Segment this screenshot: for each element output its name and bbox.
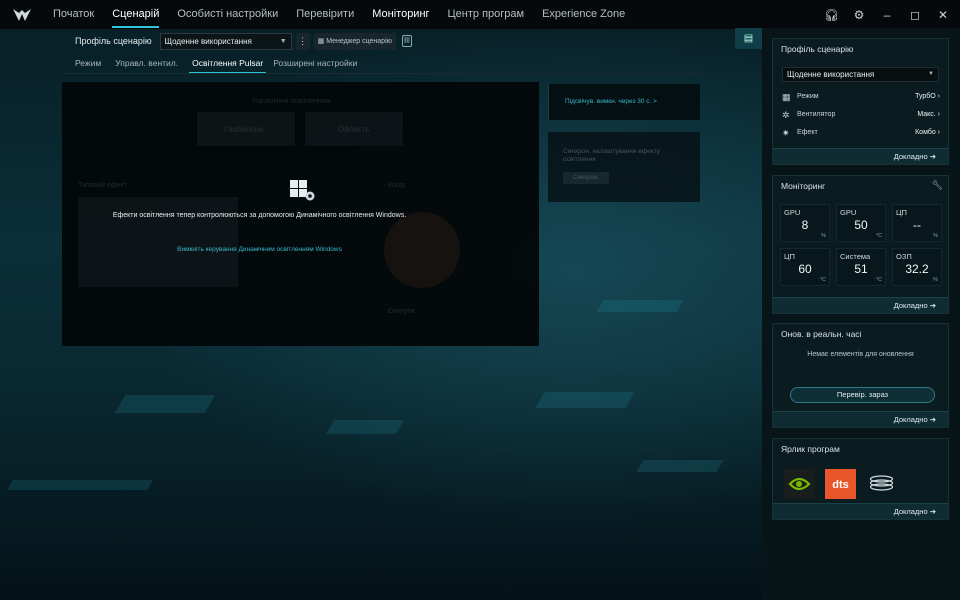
profile-card: Профіль сценарію Щоденне використання ▼ …	[772, 38, 949, 165]
monitor-tile-cpu-load: ЦП -- %	[892, 204, 942, 242]
link-icon[interactable]: ⛓	[401, 35, 412, 47]
tab-advanced-settings[interactable]: Розширені настройки	[268, 55, 362, 72]
apps-card-footer: Докладно ➔	[773, 503, 948, 519]
profile-row-label: Режим	[797, 93, 819, 100]
restore-icon[interactable]: ◻︎	[908, 8, 922, 22]
close-icon[interactable]: ✕	[936, 8, 950, 22]
gear-icon[interactable]: ⚙︎	[852, 8, 866, 22]
nav-scenario[interactable]: Сценарій	[103, 0, 168, 29]
windows-settings-icon	[290, 180, 315, 201]
monitor-tile-ram: ОЗП 32.2 %	[892, 248, 942, 286]
monitor-tile-cpu-temp: ЦП 60 °C	[780, 248, 830, 286]
profile-select-value: Щоденне використання	[164, 36, 252, 46]
top-nav: Початок Сценарій Особисті настройки Пере…	[0, 0, 960, 29]
nav-app-center[interactable]: Центр програм	[439, 0, 534, 29]
realtime-update-card: Онов. в реальн. часі Немає елементів для…	[772, 323, 949, 428]
nav-home[interactable]: Початок	[44, 0, 103, 29]
ghost-tab-area: Область	[305, 112, 403, 146]
profile-card-select-value: Щоденне використання	[787, 70, 875, 79]
ghost-color-label: Колір	[388, 182, 406, 189]
update-card-title: Онов. в реальн. часі	[781, 329, 862, 339]
window-controls: 🎧︎ ⚙︎ – ◻︎ ✕	[824, 0, 950, 29]
profile-card-select[interactable]: Щоденне використання ▼	[782, 67, 939, 82]
tab-mode[interactable]: Режим	[70, 55, 106, 72]
profile-card-title: Профіль сценарію	[781, 44, 854, 54]
coil-icon[interactable]	[866, 469, 897, 499]
profile-select[interactable]: Щоденне використання ▼	[159, 32, 292, 50]
app-shortcuts-card: Ярлик програм dts Докладно ➔	[772, 438, 949, 520]
dts-icon[interactable]: dts	[825, 469, 856, 499]
update-more-link[interactable]: Докладно ➔	[894, 415, 936, 424]
wrench-icon[interactable]: 🔧︎	[932, 180, 943, 191]
sync-lighting-text: Синхрон. налаштування ефекту освітлення	[563, 148, 661, 163]
ghost-effect-list	[78, 197, 238, 287]
manager-icon: ▦	[317, 37, 327, 45]
nav-experience-zone[interactable]: Experience Zone	[533, 0, 634, 29]
disable-dynamic-lighting-link[interactable]: Вимкніть керування Динамічним освітлення…	[62, 246, 457, 253]
monitoring-card-title: Моніторинг	[781, 181, 826, 191]
fan-icon: ✲	[782, 110, 790, 120]
monitor-tile-gpu-load: GPU 8 %	[780, 204, 830, 242]
ghost-title: Управління освітленням	[252, 98, 331, 105]
chevron-down-icon: ▼	[279, 37, 287, 45]
apps-more-link[interactable]: Докладно ➔	[894, 507, 936, 516]
profile-row-value: Макс. ›	[917, 111, 940, 118]
monitoring-more-link[interactable]: Докладно ➔	[894, 301, 936, 310]
profile-row-value: Комбо ›	[915, 129, 940, 136]
more-options-button[interactable]: ⋮	[295, 32, 310, 50]
profile-toolbar: Профіль сценарію Щоденне використання ▼ …	[75, 32, 412, 50]
dynamic-lighting-message: Ефекти освітлення тепер контролюються за…	[112, 212, 407, 219]
scenario-manager-label: Менеджер сценарію	[326, 37, 392, 45]
sub-tabs: Режим Управл. вентил. Освітлення Pulsar …	[70, 55, 362, 74]
monitoring-card: Моніторинг 🔧︎ GPU 8 % GPU 50 °C ЦП -- % …	[772, 175, 949, 314]
effect-icon: ✷	[782, 128, 790, 138]
ghost-reset: Скинути	[388, 308, 415, 315]
ghost-default-effect: Типовий ефект	[78, 182, 127, 189]
headset-icon[interactable]: 🎧︎	[824, 8, 839, 22]
panel-toggle-button[interactable]: ▤	[735, 28, 762, 49]
minimize-icon[interactable]: –	[880, 8, 894, 22]
tab-pulsar-lighting[interactable]: Освітлення Pulsar	[187, 55, 268, 74]
profile-row-label: Ефект	[797, 129, 818, 136]
monitor-tile-gpu-temp: GPU 50 °C	[836, 204, 886, 242]
backlight-timeout-link[interactable]: Підсвічув. вимкн. через 30 с. >	[565, 98, 657, 105]
scenario-manager-button[interactable]: ▦ Менеджер сценарію	[313, 32, 396, 50]
profile-label: Профіль сценарію	[75, 36, 152, 46]
check-now-button[interactable]: Перевір. зараз	[790, 387, 935, 403]
profile-row-mode[interactable]: ▦ Режим ТурбО ›	[782, 92, 942, 104]
profile-row-fan[interactable]: ✲ Вентилятор Макс. ›	[782, 110, 942, 122]
sync-lighting-card: Синхрон. налаштування ефекту освітлення …	[548, 132, 700, 202]
tab-fan-control[interactable]: Управл. вентил.	[110, 55, 183, 72]
sync-button[interactable]: Синхрон.	[563, 172, 609, 184]
svg-text:dts: dts	[832, 479, 849, 491]
apps-card-title: Ярлик програм	[781, 444, 840, 454]
tabs-divider	[65, 73, 702, 74]
predator-logo-icon	[13, 8, 31, 21]
profile-row-value: ТурбО ›	[915, 93, 940, 100]
no-updates-text: Немає елементів для оновлення	[807, 351, 914, 358]
nav-personal-settings[interactable]: Особисті настройки	[168, 0, 287, 29]
monitoring-card-footer: Докладно ➔	[773, 297, 948, 313]
update-card-footer: Докладно ➔	[773, 411, 948, 427]
nvidia-icon[interactable]	[784, 469, 815, 499]
nav-check[interactable]: Перевірити	[287, 0, 363, 29]
ghost-tab-global: Глобальне	[197, 112, 295, 146]
chevron-down-icon: ▼	[928, 71, 934, 77]
nav-monitoring[interactable]: Моніторинг	[363, 0, 438, 29]
profile-more-link[interactable]: Докладно ➔	[894, 152, 936, 161]
mode-icon: ▦	[782, 92, 791, 102]
profile-row-label: Вентилятор	[797, 111, 836, 118]
monitor-tile-system-temp: Система 51 °C	[836, 248, 886, 286]
profile-row-effect[interactable]: ✷ Ефект Комбо ›	[782, 128, 942, 140]
backlight-timeout-card[interactable]: Підсвічув. вимкн. через 30 с. >	[548, 84, 700, 120]
profile-card-footer: Докладно ➔	[773, 148, 948, 164]
